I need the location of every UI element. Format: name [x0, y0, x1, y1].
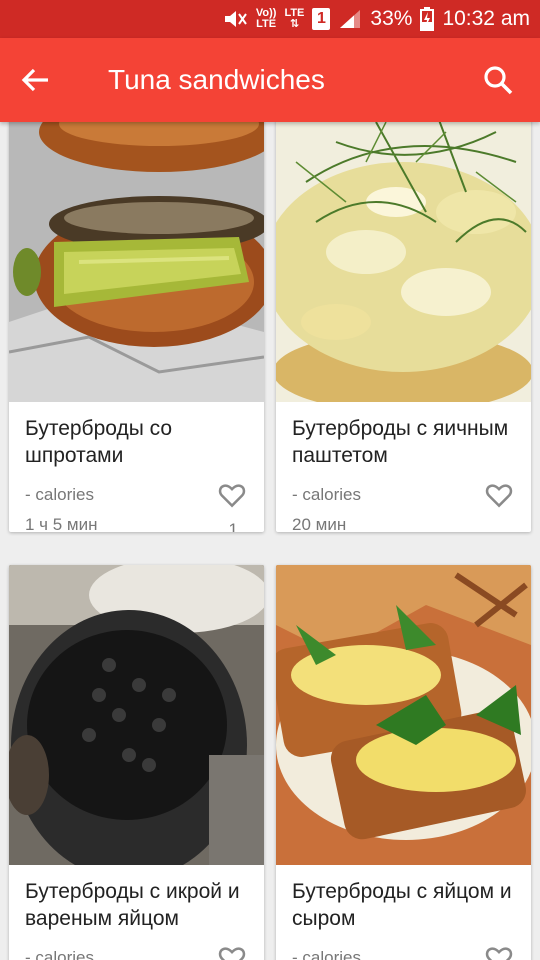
recipe-time: 20 мин — [292, 515, 347, 532]
recipe-name: Бутерброды с яичным паштетом — [292, 417, 509, 467]
recipe-photo-sprats — [9, 122, 264, 402]
favorite-button[interactable] — [483, 942, 515, 960]
favorite-button[interactable] — [483, 479, 515, 511]
recipe-card[interactable]: Бутерброды с икрой и вареным яйцом - cal… — [9, 565, 264, 960]
status-icons: Vo)) LTE LTE ⇅ 1 33% 10:32 am — [222, 0, 530, 38]
favorite-button[interactable] — [216, 942, 248, 960]
back-button[interactable] — [20, 64, 52, 96]
app-bar: Tuna sandwiches — [0, 38, 540, 122]
page-title: Tuna sandwiches — [108, 64, 325, 95]
sim-slot-badge: 1 — [312, 8, 331, 30]
search-button[interactable] — [482, 64, 514, 96]
battery-percent: 33% — [370, 7, 413, 30]
recipe-time: 1 ч 5 мин — [25, 515, 98, 532]
arrow-back-icon — [21, 68, 48, 92]
recipe-card[interactable]: Бутерброды с яйцом и сыром - calories — [276, 565, 531, 960]
recipe-calories: - calories — [292, 948, 361, 960]
recipe-card[interactable]: Бутерброды со шпротами - calories 1 ч 5 … — [9, 122, 264, 532]
clock: 10:32 am — [442, 7, 530, 30]
heart-outline-icon — [218, 484, 246, 508]
recipe-calories: - calories — [25, 948, 94, 960]
recipe-name: Бутерброды со шпротами — [25, 417, 173, 467]
recipe-calories: - calories — [25, 485, 94, 504]
recipe-photo-egg-cheese — [276, 565, 531, 865]
like-count: 1 — [228, 520, 238, 532]
recipe-calories: - calories — [292, 485, 361, 504]
search-icon — [484, 66, 513, 95]
heart-outline-icon — [485, 484, 513, 508]
recipe-grid[interactable]: Бутерброды со шпротами - calories 1 ч 5 … — [0, 122, 540, 960]
lte-indicator: LTE ⇅ — [284, 7, 305, 30]
recipe-name: Бутерброды с яйцом и сыром — [292, 880, 512, 930]
recipe-card[interactable]: Бутерброды с яичным паштетом - calories … — [276, 122, 531, 532]
heart-outline-icon — [218, 947, 246, 960]
heart-outline-icon — [485, 947, 513, 960]
recipe-photo-egg-pate — [276, 122, 531, 402]
signal-icon — [338, 8, 362, 30]
recipe-name: Бутерброды с икрой и вареным яйцом — [25, 880, 240, 930]
data-arrows-icon: ⇅ — [289, 18, 300, 30]
mute-icon — [222, 8, 248, 30]
battery-icon — [420, 7, 435, 31]
favorite-button[interactable] — [216, 479, 248, 511]
recipe-photo-caviar — [9, 565, 264, 865]
status-bar: Vo)) LTE LTE ⇅ 1 33% 10:32 am — [0, 0, 540, 38]
volte-indicator: Vo)) LTE — [255, 7, 277, 30]
